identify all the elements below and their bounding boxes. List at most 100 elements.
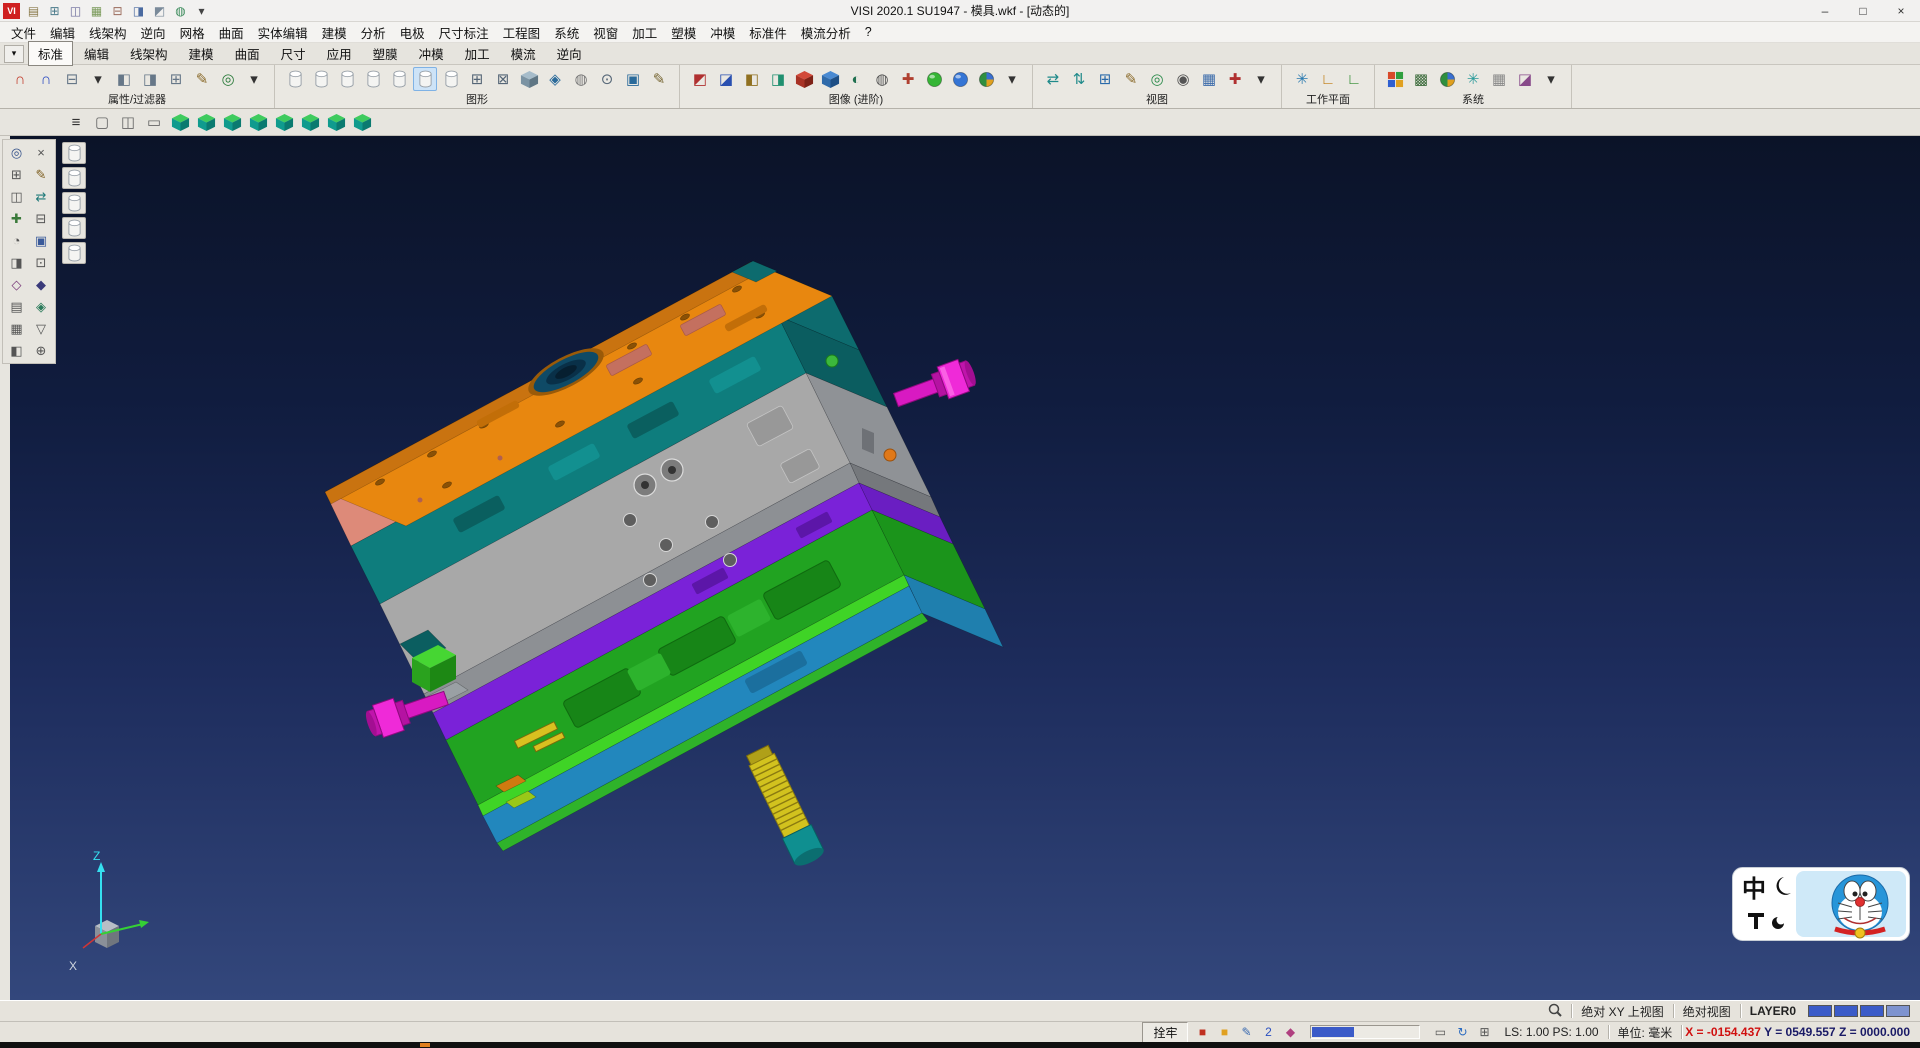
toolbar-icon[interactable]: ▽: [30, 318, 53, 339]
workplane-icon[interactable]: ✳: [1290, 67, 1314, 91]
toolbar-icon[interactable]: ×: [30, 142, 53, 163]
toolbar-icon[interactable]: ⊡: [30, 252, 53, 273]
absolute-view-label[interactable]: 绝对视图: [1677, 1003, 1737, 1020]
red-cube-icon[interactable]: [792, 67, 816, 91]
render-icon[interactable]: ◈: [543, 67, 567, 91]
help-icon[interactable]: ◍: [171, 2, 190, 20]
undo-icon[interactable]: ⊟: [108, 2, 127, 20]
grid-icon[interactable]: ⊞: [1474, 1023, 1494, 1041]
toolbar-icon[interactable]: ▦: [1487, 67, 1511, 91]
filter-dropdown-icon[interactable]: ▾: [86, 67, 110, 91]
solid-view-icon[interactable]: [517, 67, 541, 91]
record-icon[interactable]: ■: [1192, 1023, 1212, 1041]
toolbar-icon[interactable]: ◇: [5, 274, 28, 295]
settings-icon[interactable]: ◩: [150, 2, 169, 20]
texture-icon[interactable]: ◍: [569, 67, 593, 91]
layer-swatch[interactable]: [1860, 1005, 1884, 1017]
toolbar-icon[interactable]: ▦: [5, 318, 28, 339]
ribbon-tab[interactable]: 冲模: [409, 41, 454, 66]
toolbar-icon[interactable]: ⊞: [1093, 67, 1117, 91]
menubar-item[interactable]: 建模: [315, 23, 354, 42]
menubar-item[interactable]: 标准件: [742, 23, 794, 42]
toolbar-icon[interactable]: ◉: [1171, 67, 1195, 91]
menubar-item[interactable]: 工程图: [496, 23, 548, 42]
ribbon-tab[interactable]: 建模: [179, 41, 224, 66]
menubar-item[interactable]: 文件: [4, 23, 43, 42]
menubar-item[interactable]: 实体编辑: [251, 23, 315, 42]
blue-sphere-icon[interactable]: [948, 67, 972, 91]
axon-view-icon[interactable]: [350, 111, 374, 133]
toolbar-icon[interactable]: ◈: [30, 296, 53, 317]
shading-icon[interactable]: [361, 67, 385, 91]
window-view-icon[interactable]: ▭: [142, 111, 166, 133]
light-icon[interactable]: ⊙: [595, 67, 619, 91]
toolbar-icon[interactable]: ◔: [5, 230, 28, 251]
toolbar-icon[interactable]: ⇅: [1067, 67, 1091, 91]
toolbar-icon[interactable]: ◎: [1145, 67, 1169, 91]
toolbar-icon[interactable]: ✚: [5, 208, 28, 229]
shading-icon[interactable]: [335, 67, 359, 91]
edit-icon[interactable]: ✎: [1236, 1023, 1256, 1041]
toolbar-icon[interactable]: ◪: [714, 67, 738, 91]
taskbar-app-chip[interactable]: [420, 1043, 430, 1047]
toolbar-icon[interactable]: ✳: [1461, 67, 1485, 91]
count-badge-icon[interactable]: 2: [1258, 1023, 1278, 1041]
magnet-red-icon[interactable]: ∩: [8, 67, 32, 91]
layer-swatch[interactable]: [1834, 1005, 1858, 1017]
front-view-icon[interactable]: [220, 111, 244, 133]
minimize-button[interactable]: –: [1806, 0, 1844, 21]
axis-icon[interactable]: ∟: [1316, 67, 1340, 91]
toolbar-icon[interactable]: ◧: [740, 67, 764, 91]
toolbar-icon[interactable]: ◧: [5, 340, 28, 361]
refresh-icon[interactable]: ↻: [1452, 1023, 1472, 1041]
shading-icon[interactable]: [439, 67, 463, 91]
toolbar-icon[interactable]: ◨: [5, 252, 28, 273]
annotate-icon[interactable]: ✎: [647, 67, 671, 91]
menubar-item[interactable]: 电极: [393, 23, 432, 42]
quick-access-dropdown-icon[interactable]: ▾: [192, 2, 211, 20]
left-view-icon[interactable]: [272, 111, 296, 133]
save-view-icon[interactable]: ▭: [1430, 1023, 1450, 1041]
tab-dropdown-button[interactable]: ▾: [4, 45, 24, 63]
ribbon-tab[interactable]: 标准: [28, 41, 73, 66]
toolbar-icon[interactable]: ✚: [1223, 67, 1247, 91]
blue-cube-icon[interactable]: [818, 67, 842, 91]
ribbon-tab[interactable]: 尺寸: [271, 41, 316, 66]
back-view-icon[interactable]: [298, 111, 322, 133]
toolbar-icon[interactable]: ▾: [1539, 67, 1563, 91]
toolbar-icon[interactable]: ◍: [870, 67, 894, 91]
target-icon[interactable]: ◎: [216, 67, 240, 91]
layer-swatch[interactable]: [1808, 1005, 1832, 1017]
filter-icon[interactable]: ⊟: [60, 67, 84, 91]
warning-icon[interactable]: ■: [1214, 1023, 1234, 1041]
visibility-active-icon[interactable]: [62, 192, 86, 214]
menubar-item[interactable]: 系统: [547, 23, 586, 42]
close-button[interactable]: ×: [1882, 0, 1920, 21]
material-icon[interactable]: ▣: [621, 67, 645, 91]
view-mode-label[interactable]: 绝对 XY 上视图: [1575, 1003, 1669, 1020]
toolbar-icon[interactable]: ▩: [1409, 67, 1433, 91]
toolbar-icon[interactable]: ◫: [5, 186, 28, 207]
viewport-3d[interactable]: Z X 中: [10, 136, 1920, 1000]
ribbon-tab[interactable]: 模流: [501, 41, 546, 66]
hidden-line-icon[interactable]: ⊠: [491, 67, 515, 91]
open-file-icon[interactable]: ⊞: [45, 2, 64, 20]
toolbar-icon[interactable]: ◪: [1513, 67, 1537, 91]
toolbar-icon[interactable]: ✎: [1119, 67, 1143, 91]
green-sphere-icon[interactable]: [922, 67, 946, 91]
blank-view-icon[interactable]: ▢: [90, 111, 114, 133]
menubar-item[interactable]: 曲面: [212, 23, 251, 42]
menubar-item[interactable]: 线架构: [82, 23, 134, 42]
menubar-item[interactable]: 冲模: [703, 23, 742, 42]
more-dropdown-icon[interactable]: ▾: [242, 67, 266, 91]
toolbar-icon[interactable]: ⊕: [30, 340, 53, 361]
split-view-icon[interactable]: ◫: [116, 111, 140, 133]
visibility-icon[interactable]: [62, 142, 86, 164]
menubar-item[interactable]: 模流分析: [794, 23, 858, 42]
mask-left-icon[interactable]: ◧: [112, 67, 136, 91]
new-file-icon[interactable]: ▤: [24, 2, 43, 20]
snap-mode-icon[interactable]: ◆: [1280, 1023, 1300, 1041]
shading-active-icon[interactable]: [413, 67, 437, 91]
magnet-blue-icon[interactable]: ∩: [34, 67, 58, 91]
maximize-button[interactable]: □: [1844, 0, 1882, 21]
